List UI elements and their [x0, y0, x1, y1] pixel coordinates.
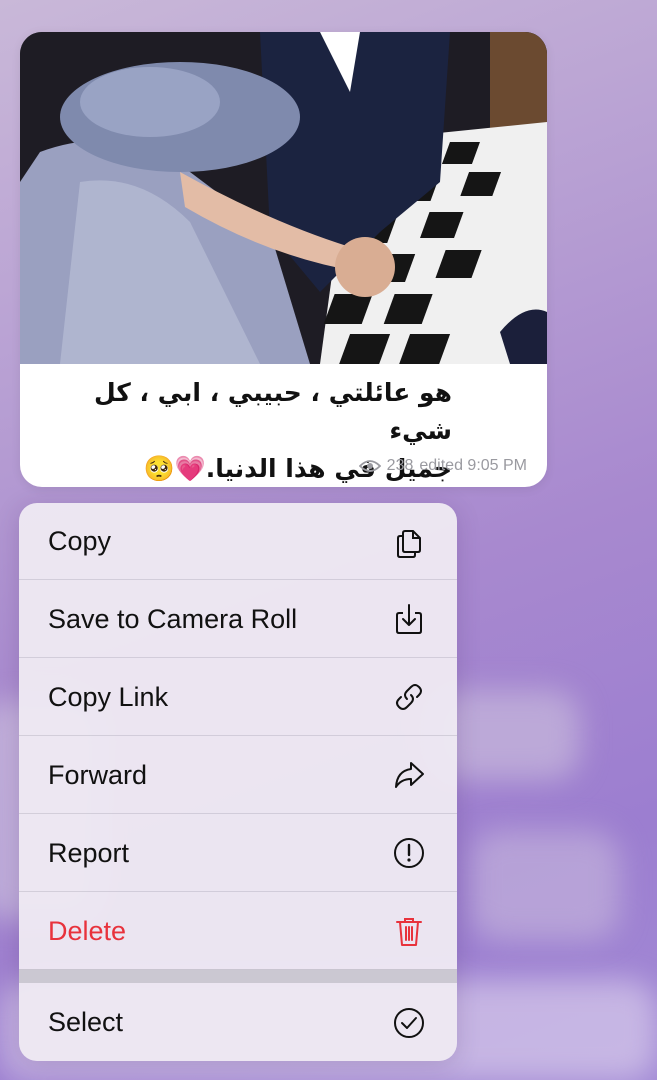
photo-image	[20, 32, 547, 364]
menu-item-label: Copy	[48, 525, 112, 556]
message-bubble: هو عائلتي ، حبيبي ، ابي ، كل شيء جميل في…	[20, 32, 547, 487]
message-meta: 238 edited 9:05 PM	[358, 457, 527, 475]
menu-item-label: Delete	[48, 915, 127, 946]
menu-section-divider	[19, 969, 457, 983]
edited-timestamp: edited 9:05 PM	[419, 457, 527, 474]
report-exclamation-icon	[394, 838, 424, 868]
menu-item-copy-link[interactable]: Copy Link	[19, 659, 457, 736]
view-count: 238	[386, 457, 414, 474]
context-menu: Copy Save to Camera Roll Copy Link Forwa…	[19, 503, 457, 1061]
menu-item-label: Copy Link	[48, 681, 169, 712]
menu-item-label: Select	[48, 1007, 124, 1037]
background-blur	[470, 830, 620, 940]
menu-item-label: Forward	[48, 759, 148, 790]
menu-item-label: Save to Camera Roll	[48, 603, 298, 634]
link-icon	[396, 684, 422, 710]
save-download-icon	[396, 604, 422, 634]
copy-icon	[397, 530, 421, 558]
menu-item-forward[interactable]: Forward	[19, 737, 457, 814]
checkmark-circle-icon	[394, 1007, 424, 1038]
menu-item-copy[interactable]: Copy	[19, 503, 457, 580]
caption-line: هو عائلتي ، حبيبي ، ابي ، كل شيء	[93, 378, 452, 445]
forward-arrow-icon	[395, 762, 424, 788]
menu-item-delete[interactable]: Delete	[19, 893, 457, 970]
trash-icon	[396, 918, 422, 946]
eye-icon	[358, 460, 381, 472]
menu-item-report[interactable]: Report	[19, 815, 457, 892]
menu-item-save-to-camera-roll[interactable]: Save to Camera Roll	[19, 581, 457, 658]
menu-item-select[interactable]: Select	[19, 984, 457, 1061]
menu-item-label: Report	[48, 837, 130, 868]
message-photo[interactable]	[20, 32, 547, 364]
